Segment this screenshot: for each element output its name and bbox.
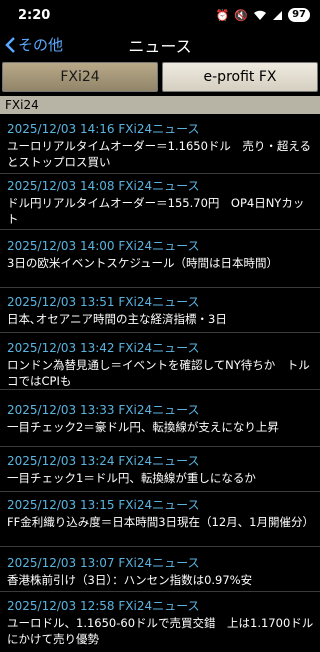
news-item[interactable]: 2025/12/03 13:24 FXi24ニュース 一目チェック1＝ドル円、転…: [0, 447, 320, 492]
news-meta: 2025/12/03 13:07 FXi24ニュース: [7, 556, 200, 570]
news-item[interactable]: 2025/12/03 13:42 FXi24ニュース ロンドン為替見通し＝イベン…: [0, 333, 320, 390]
back-label: その他: [18, 36, 64, 54]
news-item[interactable]: 2025/12/03 13:07 FXi24ニュース 香港株前引け（3日）：ハン…: [0, 547, 320, 592]
news-item[interactable]: 2025/12/03 14:08 FXi24ニュース ドル円リアルタイムオーダー…: [0, 174, 320, 230]
news-headline: ユーロドル、1.1650-60ドルで売買交錯 上は1.1700ドルにかけて売り優…: [7, 616, 314, 646]
news-meta: 2025/12/03 14:16 FXi24ニュース: [7, 122, 200, 136]
news-item[interactable]: 2025/12/03 13:51 FXi24ニュース 日本､オセアニア時間の主な…: [0, 288, 320, 333]
news-item[interactable]: 2025/12/03 12:58 FXi24ニュース ユーロドル、1.1650-…: [0, 592, 320, 652]
news-headline: 一目チェック2＝豪ドル円、転換線が支えになり上昇: [7, 420, 279, 434]
wifi-icon: [254, 10, 267, 20]
status-time: 2:20: [18, 7, 51, 23]
status-bar: 2:20 ⏰ 🔇 97: [0, 0, 320, 30]
news-list: 2025/12/03 14:16 FXi24ニュース ユーロリアルタイムオーダー…: [0, 117, 320, 652]
news-meta: 2025/12/03 14:08 FXi24ニュース: [7, 179, 200, 193]
news-meta: 2025/12/03 13:42 FXi24ニュース: [7, 341, 200, 355]
news-headline: 一目チェック1＝ドル円、転換線が重しになるか: [7, 471, 256, 485]
news-meta: 2025/12/03 13:15 FXi24ニュース: [7, 498, 200, 512]
signal-icon: [273, 10, 283, 20]
nav-bar: その他 ニュース: [0, 30, 320, 60]
news-headline: ドル円リアルタイムオーダー＝155.70円 OP4日NYカット: [7, 196, 305, 226]
news-meta: 2025/12/03 14:00 FXi24ニュース: [7, 239, 200, 253]
status-icons: ⏰ 🔇 97: [216, 8, 310, 22]
alarm-icon: ⏰: [215, 8, 230, 22]
news-headline: FF金利織り込み度＝日本時間3日現在（12月、1月開催分）: [7, 515, 314, 529]
news-meta: 2025/12/03 13:33 FXi24ニュース: [7, 403, 200, 417]
back-button[interactable]: その他: [4, 34, 63, 55]
tab-e-profit-fx[interactable]: e-profit FX: [162, 62, 318, 92]
news-meta: 2025/12/03 13:51 FXi24ニュース: [7, 295, 200, 309]
battery-icon: 97: [288, 8, 310, 22]
news-headline: 香港株前引け（3日）：ハンセン指数は0.97%安: [7, 573, 253, 587]
news-item[interactable]: 2025/12/03 14:00 FXi24ニュース 3日の欧米イベントスケジュ…: [0, 230, 320, 288]
news-item[interactable]: 2025/12/03 13:33 FXi24ニュース 一目チェック2＝豪ドル円、…: [0, 390, 320, 447]
news-meta: 2025/12/03 13:24 FXi24ニュース: [7, 454, 200, 468]
chevron-left-icon: [5, 36, 15, 53]
tab-fxi24[interactable]: FXi24: [2, 62, 158, 92]
news-item[interactable]: 2025/12/03 13:15 FXi24ニュース FF金利織り込み度＝日本時…: [0, 492, 320, 547]
section-header: FXi24: [0, 96, 320, 114]
news-headline: 3日の欧米イベントスケジュール（時間は日本時間）: [7, 256, 279, 270]
news-item[interactable]: 2025/12/03 14:16 FXi24ニュース ユーロリアルタイムオーダー…: [0, 117, 320, 174]
source-tabs: FXi24 e-profit FX: [0, 62, 320, 92]
mute-icon: 🔇: [234, 8, 249, 22]
news-headline: ユーロリアルタイムオーダー＝1.1650ドル 売り・超えるとストップロス買い: [7, 139, 312, 169]
news-headline: ロンドン為替見通し＝イベントを確認してNY待ちか トルコではCPIも: [7, 358, 310, 388]
news-meta: 2025/12/03 12:58 FXi24ニュース: [7, 599, 200, 613]
news-headline: 日本､オセアニア時間の主な経済指標・3日: [7, 312, 227, 326]
